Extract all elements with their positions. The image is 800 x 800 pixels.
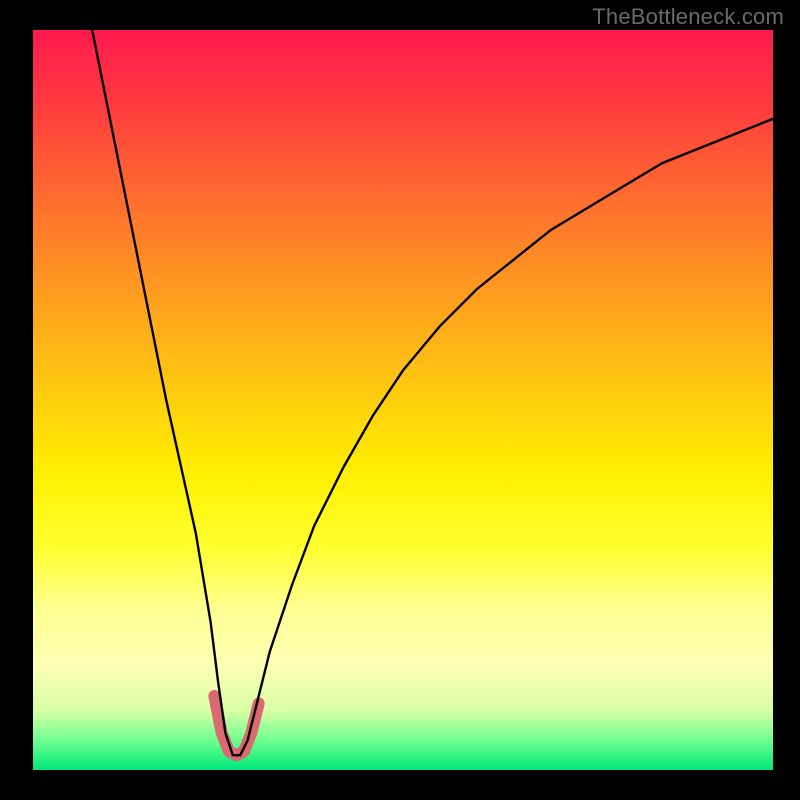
chart-frame: TheBottleneck.com xyxy=(0,0,800,800)
watermark-text: TheBottleneck.com xyxy=(592,4,784,30)
bottleneck-curve xyxy=(92,30,773,755)
plot-area xyxy=(33,30,773,770)
curve-layer xyxy=(33,30,773,770)
